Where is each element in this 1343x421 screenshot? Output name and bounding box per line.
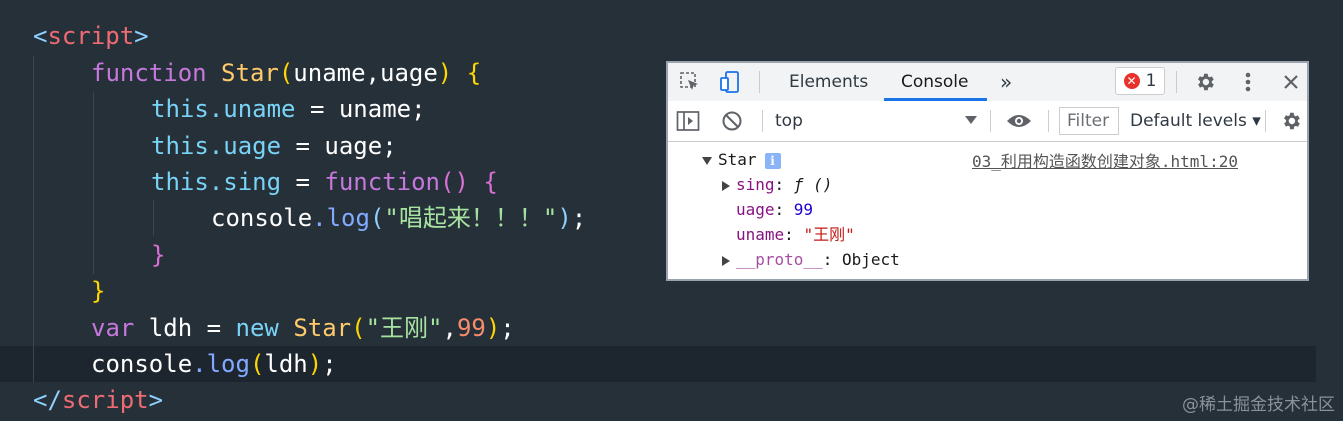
console-prop-uname: uname: "王刚": [736, 225, 855, 244]
error-icon: ✕: [1123, 73, 1140, 89]
sidebar-toggle-icon[interactable]: [672, 105, 704, 137]
source-link[interactable]: 03_利用构造函数创建对象.html:20: [972, 148, 1238, 172]
more-options-icon[interactable]: [1232, 66, 1264, 98]
live-expression-eye-icon[interactable]: [1003, 105, 1035, 137]
console-prop-proto[interactable]: __proto__: Object: [722, 248, 900, 272]
code-line-11[interactable]: </script>: [0, 382, 1343, 418]
device-toolbar-icon[interactable]: [714, 66, 746, 98]
code-line-9[interactable]: var ldh = new Star("王刚",99);: [0, 310, 1343, 346]
toolbar-divider: [990, 110, 991, 132]
console-prop-uage: uage: 99: [736, 200, 814, 219]
code-line-1[interactable]: <script>: [0, 18, 1343, 54]
more-tabs-button[interactable]: »: [1000, 63, 1012, 101]
devtools-panel: Elements Console » ✕ 1 top Filter Defaul…: [666, 61, 1309, 281]
expand-arrow-icon[interactable]: [702, 156, 712, 165]
error-count: 1: [1145, 71, 1157, 91]
toolbar-divider: [1265, 110, 1266, 132]
close-icon[interactable]: [1275, 66, 1307, 98]
tab-elements[interactable]: Elements: [789, 63, 868, 101]
code-line-10[interactable]: console.log(ldh);: [0, 346, 1343, 382]
console-prop-sing[interactable]: sing: ƒ (): [722, 173, 832, 197]
toolbar-divider: [762, 110, 763, 132]
console-settings-gear-icon[interactable]: [1275, 105, 1307, 137]
collapse-arrow-icon[interactable]: [722, 180, 730, 191]
watermark: @稀土掘金技术社区: [1182, 395, 1335, 415]
filter-input[interactable]: Filter: [1059, 107, 1119, 135]
error-count-badge[interactable]: ✕ 1: [1115, 67, 1165, 95]
clear-console-icon[interactable]: [716, 105, 748, 137]
log-levels-dropdown[interactable]: Default levels ▾: [1130, 101, 1262, 141]
toolbar-divider: [1176, 71, 1177, 93]
console-object-header[interactable]: Star i: [702, 148, 781, 172]
collapse-arrow-icon[interactable]: [722, 255, 730, 266]
inspect-element-icon[interactable]: [674, 66, 706, 98]
console-output: Star i 03_利用构造函数创建对象.html:20 sing: ƒ () u…: [668, 142, 1307, 279]
devtools-tabbar: Elements Console » ✕ 1: [668, 63, 1307, 102]
info-icon[interactable]: i: [764, 152, 781, 169]
tab-console[interactable]: Console: [901, 63, 969, 101]
toolbar-divider: [1048, 110, 1049, 132]
context-selector[interactable]: top: [775, 101, 803, 141]
chevron-down-icon[interactable]: [965, 116, 977, 124]
toolbar-divider: [759, 71, 760, 93]
settings-gear-icon[interactable]: [1189, 66, 1221, 98]
console-toolbar: top Filter Default levels ▾: [668, 101, 1307, 142]
